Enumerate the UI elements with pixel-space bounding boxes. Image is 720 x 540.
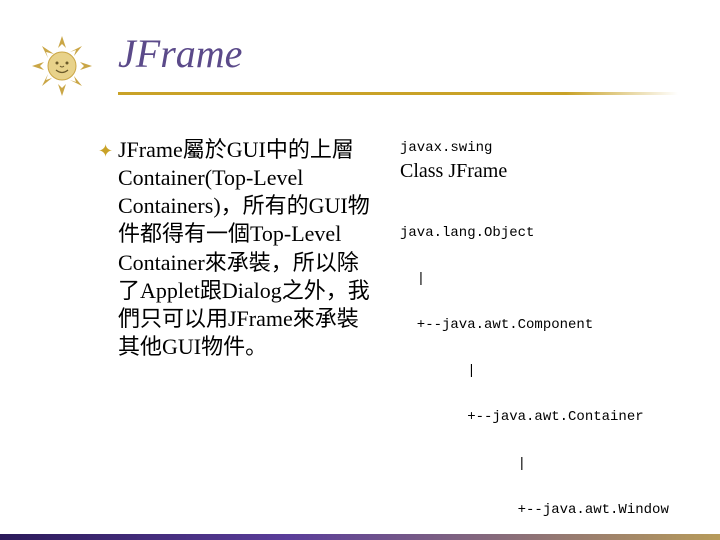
- tree-node: +--java.awt.Window: [400, 503, 680, 518]
- tree-node: |: [400, 272, 680, 287]
- sun-icon: [30, 34, 94, 98]
- tree-node: |: [400, 364, 680, 379]
- title-underline: [118, 92, 678, 95]
- tree-node: java.lang.Object: [400, 226, 680, 241]
- tree-node: +--java.awt.Container: [400, 410, 680, 425]
- bullet-block: ✦ JFrame屬於GUI中的上層Container(Top-Level Con…: [118, 136, 378, 361]
- inheritance-tree: java.lang.Object | +--java.awt.Component…: [400, 195, 680, 540]
- footer-gradient: [0, 534, 720, 540]
- slide-title: JFrame: [118, 30, 242, 77]
- tree-node: +--java.awt.Component: [400, 318, 680, 333]
- package-label: javax.swing: [400, 140, 680, 156]
- bullet-icon: ✦: [98, 140, 113, 163]
- class-hierarchy-diagram: javax.swing Class JFrame java.lang.Objec…: [400, 140, 680, 540]
- class-name: Class JFrame: [400, 160, 680, 183]
- bullet-text: JFrame屬於GUI中的上層Container(Top-Level Conta…: [118, 136, 378, 361]
- tree-node: |: [400, 457, 680, 472]
